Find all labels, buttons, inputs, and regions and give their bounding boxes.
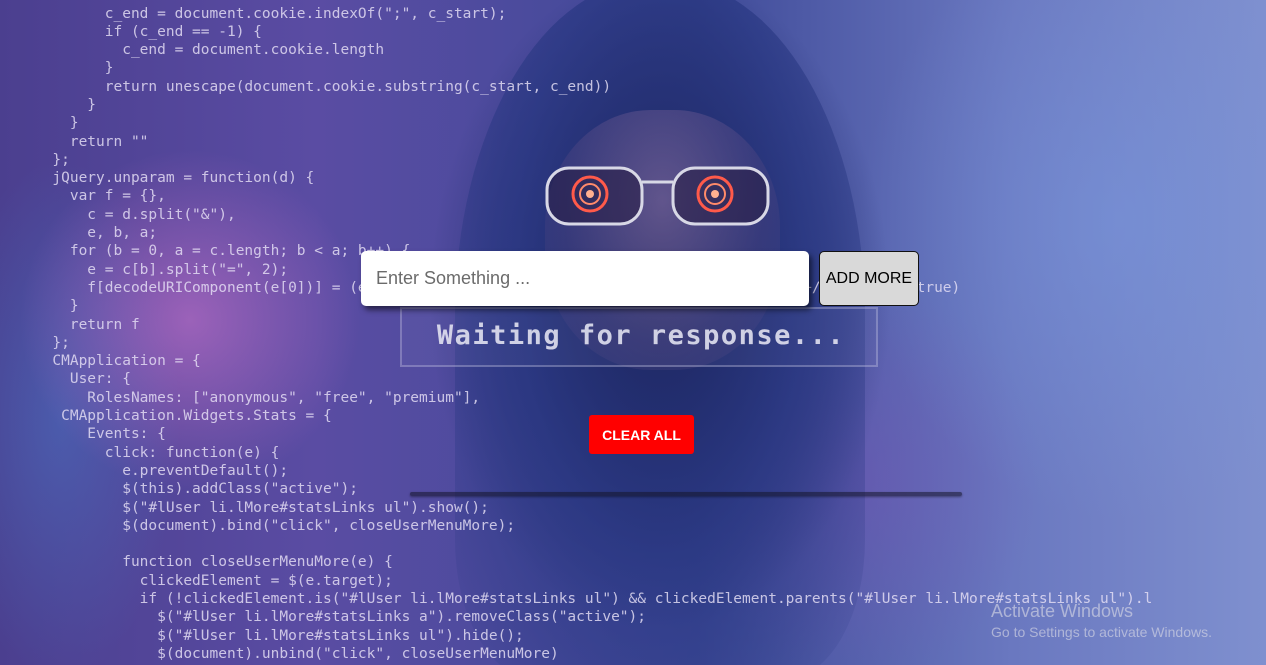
watermark-title: Activate Windows — [991, 601, 1134, 621]
divider — [410, 492, 962, 496]
code-line: e.preventDefault(); — [0, 462, 289, 479]
code-line: User: { — [0, 371, 131, 388]
code-line: } — [0, 115, 79, 132]
code-line: $(document).bind("click", closeUserMenuM… — [0, 517, 516, 534]
code-line: return "" — [0, 133, 149, 150]
code-line: c_end = document.cookie.length — [0, 42, 385, 59]
code-line: var f = {}, — [0, 188, 166, 205]
add-more-button[interactable]: ADD MORE — [819, 251, 919, 306]
code-line: $("#lUser li.lMore#statsLinks ul").show(… — [0, 499, 489, 516]
code-line: }; — [0, 151, 70, 168]
code-line: } — [0, 60, 114, 77]
code-line: e, b, a; — [0, 225, 158, 242]
code-line: c_end = document.cookie.indexOf(";", c_s… — [0, 5, 507, 22]
activate-windows-watermark: Activate Windows Go to Settings to activ… — [991, 600, 1212, 641]
code-line: jQuery.unparam = function(d) { — [0, 170, 315, 187]
code-line: clickedElement = $(e.target); — [0, 572, 393, 589]
code-line: function closeUserMenuMore(e) { — [0, 554, 393, 571]
code-line: if (c_end == -1) { — [0, 23, 262, 40]
watermark-subtitle: Go to Settings to activate Windows. — [991, 624, 1212, 640]
code-line: } — [0, 96, 97, 113]
code-line: RolesNames: ["anonymous", "free", "premi… — [0, 389, 481, 406]
search-input[interactable] — [361, 251, 809, 306]
code-line: $(document).unbind("click", closeUserMen… — [0, 645, 559, 662]
code-line: return unescape(document.cookie.substrin… — [0, 78, 612, 95]
status-message: Waiting for response... — [436, 320, 846, 351]
code-line: c = d.split("&"), — [0, 206, 236, 223]
clear-all-button[interactable]: CLEAR ALL — [589, 415, 694, 454]
